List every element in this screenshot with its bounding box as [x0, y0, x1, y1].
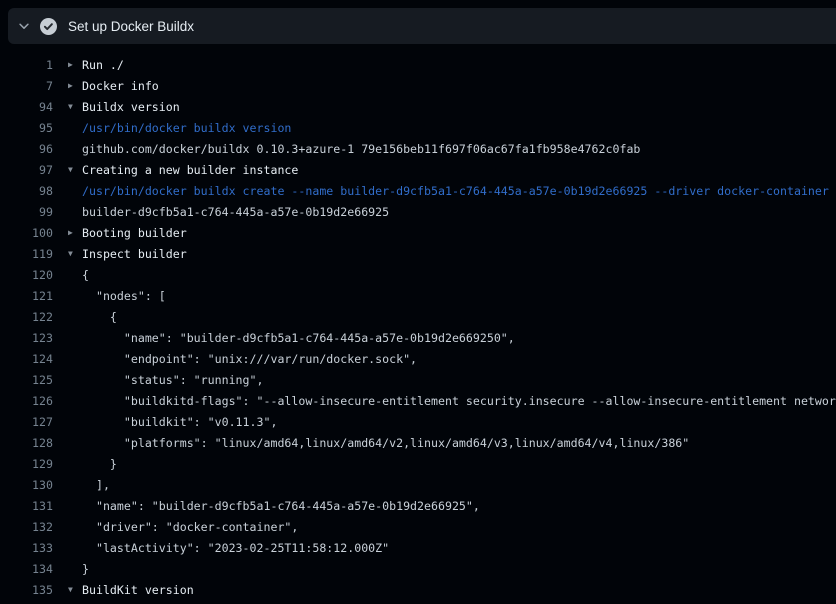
log-line-text: Inspect builder: [82, 247, 187, 261]
line-number[interactable]: 126: [0, 394, 53, 408]
log-line: 128 "platforms": "linux/amd64,linux/amd6…: [0, 432, 836, 453]
log-line-text: "name": "builder-d9cfb5a1-c764-445a-a57e…: [82, 499, 480, 513]
log-line-text: "status": "running",: [82, 373, 263, 387]
log-line-text: "lastActivity": "2023-02-25T11:58:12.000…: [82, 541, 389, 555]
log-line: 131 "name": "builder-d9cfb5a1-c764-445a-…: [0, 495, 836, 516]
line-number[interactable]: 135: [0, 583, 53, 597]
line-number[interactable]: 119: [0, 247, 53, 261]
log-line: 132 "driver": "docker-container",: [0, 516, 836, 537]
step-header-row[interactable]: Set up Docker Buildx: [8, 8, 836, 44]
log-line-text: }: [82, 457, 117, 471]
log-line-text: "platforms": "linux/amd64,linux/amd64/v2…: [82, 436, 689, 450]
log-line: 99 builder-d9cfb5a1-c764-445a-a57e-0b19d…: [0, 201, 836, 222]
log-line-text: "buildkitd-flags": "--allow-insecure-ent…: [82, 394, 836, 408]
log-line-text: ],: [82, 478, 110, 492]
log-line: 123 "name": "builder-d9cfb5a1-c764-445a-…: [0, 327, 836, 348]
group-triangle-icon: ▶: [68, 222, 82, 243]
log-line-text: "endpoint": "unix:///var/run/docker.sock…: [82, 352, 417, 366]
log-line-text: Creating a new builder instance: [82, 163, 298, 177]
line-number[interactable]: 120: [0, 268, 53, 282]
log-line: 125 "status": "running",: [0, 369, 836, 390]
log-group-line[interactable]: 97 ▼ Creating a new builder instance: [0, 159, 836, 180]
log-line-text: builder-d9cfb5a1-c764-445a-a57e-0b19d2e6…: [82, 205, 389, 219]
line-number[interactable]: 124: [0, 352, 53, 366]
log-line: 95 /usr/bin/docker buildx version: [0, 117, 836, 138]
chevron-down-icon[interactable]: [8, 19, 40, 33]
group-triangle-icon: ▼: [68, 159, 82, 180]
group-triangle-icon: ▼: [68, 243, 82, 264]
line-number[interactable]: 132: [0, 520, 53, 534]
line-number[interactable]: 121: [0, 289, 53, 303]
log-line-text: "nodes": [: [82, 289, 166, 303]
log-line-text: Booting builder: [82, 226, 187, 240]
log-line: 133 "lastActivity": "2023-02-25T11:58:12…: [0, 537, 836, 558]
line-number[interactable]: 125: [0, 373, 53, 387]
log-line-text: /usr/bin/docker buildx create --name bui…: [82, 184, 829, 198]
line-number[interactable]: 123: [0, 331, 53, 345]
log-line: 126 "buildkitd-flags": "--allow-insecure…: [0, 390, 836, 411]
log-line: 129 }: [0, 453, 836, 474]
log-line: 120 {: [0, 264, 836, 285]
log-group-line[interactable]: 119 ▼ Inspect builder: [0, 243, 836, 264]
log-line-text: {: [82, 310, 117, 324]
step-title: Set up Docker Buildx: [68, 19, 194, 34]
log-group-line[interactable]: 7 ▶ Docker info: [0, 75, 836, 96]
line-number[interactable]: 97: [0, 163, 53, 177]
log-viewer[interactable]: 1 ▶ Run ./ 7 ▶ Docker info 94 ▼ Buildx v…: [0, 44, 836, 604]
line-number[interactable]: 129: [0, 457, 53, 471]
line-number[interactable]: 96: [0, 142, 53, 156]
log-line: 127 "buildkit": "v0.11.3",: [0, 411, 836, 432]
log-line-text: Buildx version: [82, 100, 180, 114]
line-number[interactable]: 1: [0, 58, 53, 72]
line-number[interactable]: 99: [0, 205, 53, 219]
group-triangle-icon: ▼: [68, 96, 82, 117]
log-line: 124 "endpoint": "unix:///var/run/docker.…: [0, 348, 836, 369]
log-line-text: github.com/docker/buildx 0.10.3+azure-1 …: [82, 142, 640, 156]
log-line-text: Run ./: [82, 58, 124, 72]
line-number[interactable]: 7: [0, 79, 53, 93]
log-line: 134 }: [0, 558, 836, 579]
group-triangle-icon: ▶: [68, 75, 82, 96]
log-line: 98 /usr/bin/docker buildx create --name …: [0, 180, 836, 201]
log-line-text: "name": "builder-d9cfb5a1-c764-445a-a57e…: [82, 331, 515, 345]
line-number[interactable]: 131: [0, 499, 53, 513]
log-group-line[interactable]: 100 ▶ Booting builder: [0, 222, 836, 243]
group-triangle-icon: ▶: [68, 54, 82, 75]
log-line-text: BuildKit version: [82, 583, 194, 597]
line-number[interactable]: 122: [0, 310, 53, 324]
check-circle-icon: [40, 18, 66, 35]
line-number[interactable]: 130: [0, 478, 53, 492]
log-group-line[interactable]: 1 ▶ Run ./: [0, 54, 836, 75]
log-line-text: Docker info: [82, 79, 159, 93]
log-line-text: /usr/bin/docker buildx version: [82, 121, 291, 135]
log-line-text: "driver": "docker-container",: [82, 520, 298, 534]
log-line: 122 {: [0, 306, 836, 327]
log-line: 136 builder-d9cfb5a1-c764-445a-a57e-0b19…: [0, 600, 836, 604]
line-number[interactable]: 94: [0, 100, 53, 114]
log-line: 130 ],: [0, 474, 836, 495]
line-number[interactable]: 134: [0, 562, 53, 576]
log-line: 96 github.com/docker/buildx 0.10.3+azure…: [0, 138, 836, 159]
log-line-text: "buildkit": "v0.11.3",: [82, 415, 277, 429]
line-number[interactable]: 100: [0, 226, 53, 240]
line-number[interactable]: 98: [0, 184, 53, 198]
group-triangle-icon: ▼: [68, 579, 82, 600]
log-line: 121 "nodes": [: [0, 285, 836, 306]
log-group-line[interactable]: 135 ▼ BuildKit version: [0, 579, 836, 600]
line-number[interactable]: 128: [0, 436, 53, 450]
log-line-text: {: [82, 268, 89, 282]
line-number[interactable]: 127: [0, 415, 53, 429]
log-group-line[interactable]: 94 ▼ Buildx version: [0, 96, 836, 117]
line-number[interactable]: 133: [0, 541, 53, 555]
line-number[interactable]: 95: [0, 121, 53, 135]
log-line-text: }: [82, 562, 89, 576]
